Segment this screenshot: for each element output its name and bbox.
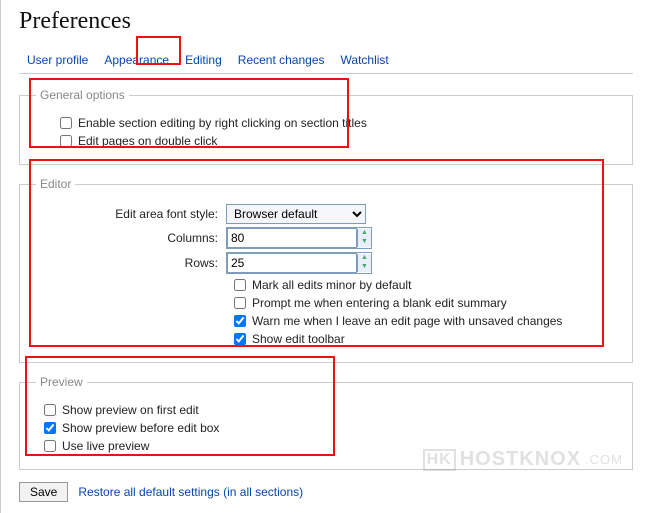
general-options-legend: General options — [36, 88, 129, 102]
checkbox-label: Warn me when I leave an edit page with u… — [252, 314, 562, 328]
editor-checks: Mark all edits minor by default Prompt m… — [234, 278, 616, 346]
checkbox-show-preview-first-edit[interactable] — [44, 404, 56, 416]
columns-input[interactable] — [227, 228, 357, 248]
columns-down-icon[interactable]: ▼ — [357, 238, 371, 247]
rows-label: Rows: — [36, 256, 226, 270]
rows-input[interactable] — [227, 253, 357, 273]
option-row: Edit pages on double click — [36, 134, 616, 148]
preview-legend: Preview — [36, 375, 87, 389]
rows-up-icon[interactable]: ▲ — [357, 254, 371, 263]
columns-up-icon[interactable]: ▲ — [357, 229, 371, 238]
checkbox-label: Show edit toolbar — [252, 332, 345, 346]
tab-watchlist[interactable]: Watchlist — [333, 47, 397, 73]
columns-row: Columns: ▲▼ — [36, 227, 616, 249]
checkbox-show-edit-toolbar[interactable] — [234, 333, 246, 345]
general-options-fieldset: General options Enable section editing b… — [19, 88, 633, 165]
checkbox-label: Use live preview — [62, 439, 149, 453]
page-title: Preferences — [19, 8, 633, 35]
checkbox-mark-edits-minor[interactable] — [234, 279, 246, 291]
checkbox-label: Show preview before edit box — [62, 421, 219, 435]
tab-user-profile[interactable]: User profile — [19, 47, 96, 73]
footer: Save Restore all default settings (in al… — [19, 482, 633, 502]
option-row: Show edit toolbar — [234, 332, 616, 346]
preview-fieldset: Preview Show preview on first edit Show … — [19, 375, 633, 470]
checkbox-prompt-blank-summary[interactable] — [234, 297, 246, 309]
checkbox-warn-unsaved[interactable] — [234, 315, 246, 327]
restore-defaults-link[interactable]: Restore all default settings (in all sec… — [78, 485, 303, 499]
checkbox-enable-section-editing[interactable] — [60, 117, 72, 129]
save-button[interactable]: Save — [19, 482, 68, 502]
checkbox-show-preview-before-edit-box[interactable] — [44, 422, 56, 434]
font-style-label: Edit area font style: — [36, 207, 226, 221]
rows-down-icon[interactable]: ▼ — [357, 263, 371, 272]
option-row: Use live preview — [36, 439, 616, 453]
rows-row: Rows: ▲▼ — [36, 252, 616, 274]
tab-editing[interactable]: Editing — [177, 47, 230, 73]
checkbox-label: Mark all edits minor by default — [252, 278, 411, 292]
checkbox-label: Edit pages on double click — [78, 134, 217, 148]
tab-recent-changes[interactable]: Recent changes — [230, 47, 333, 73]
editor-legend: Editor — [36, 177, 75, 191]
tabs-bar: User profile Appearance Editing Recent c… — [19, 47, 633, 74]
checkbox-label: Show preview on first edit — [62, 403, 199, 417]
font-style-select[interactable]: Browser default — [226, 204, 366, 224]
option-row: Show preview on first edit — [36, 403, 616, 417]
checkbox-edit-pages-double-click[interactable] — [60, 135, 72, 147]
option-row: Warn me when I leave an edit page with u… — [234, 314, 616, 328]
option-row: Prompt me when entering a blank edit sum… — [234, 296, 616, 310]
checkbox-label: Enable section editing by right clicking… — [78, 116, 367, 130]
checkbox-use-live-preview[interactable] — [44, 440, 56, 452]
option-row: Show preview before edit box — [36, 421, 616, 435]
font-style-row: Edit area font style: Browser default — [36, 204, 616, 224]
checkbox-label: Prompt me when entering a blank edit sum… — [252, 296, 507, 310]
columns-label: Columns: — [36, 231, 226, 245]
editor-fieldset: Editor Edit area font style: Browser def… — [19, 177, 633, 363]
option-row: Enable section editing by right clicking… — [36, 116, 616, 130]
option-row: Mark all edits minor by default — [234, 278, 616, 292]
tab-appearance[interactable]: Appearance — [96, 47, 177, 73]
